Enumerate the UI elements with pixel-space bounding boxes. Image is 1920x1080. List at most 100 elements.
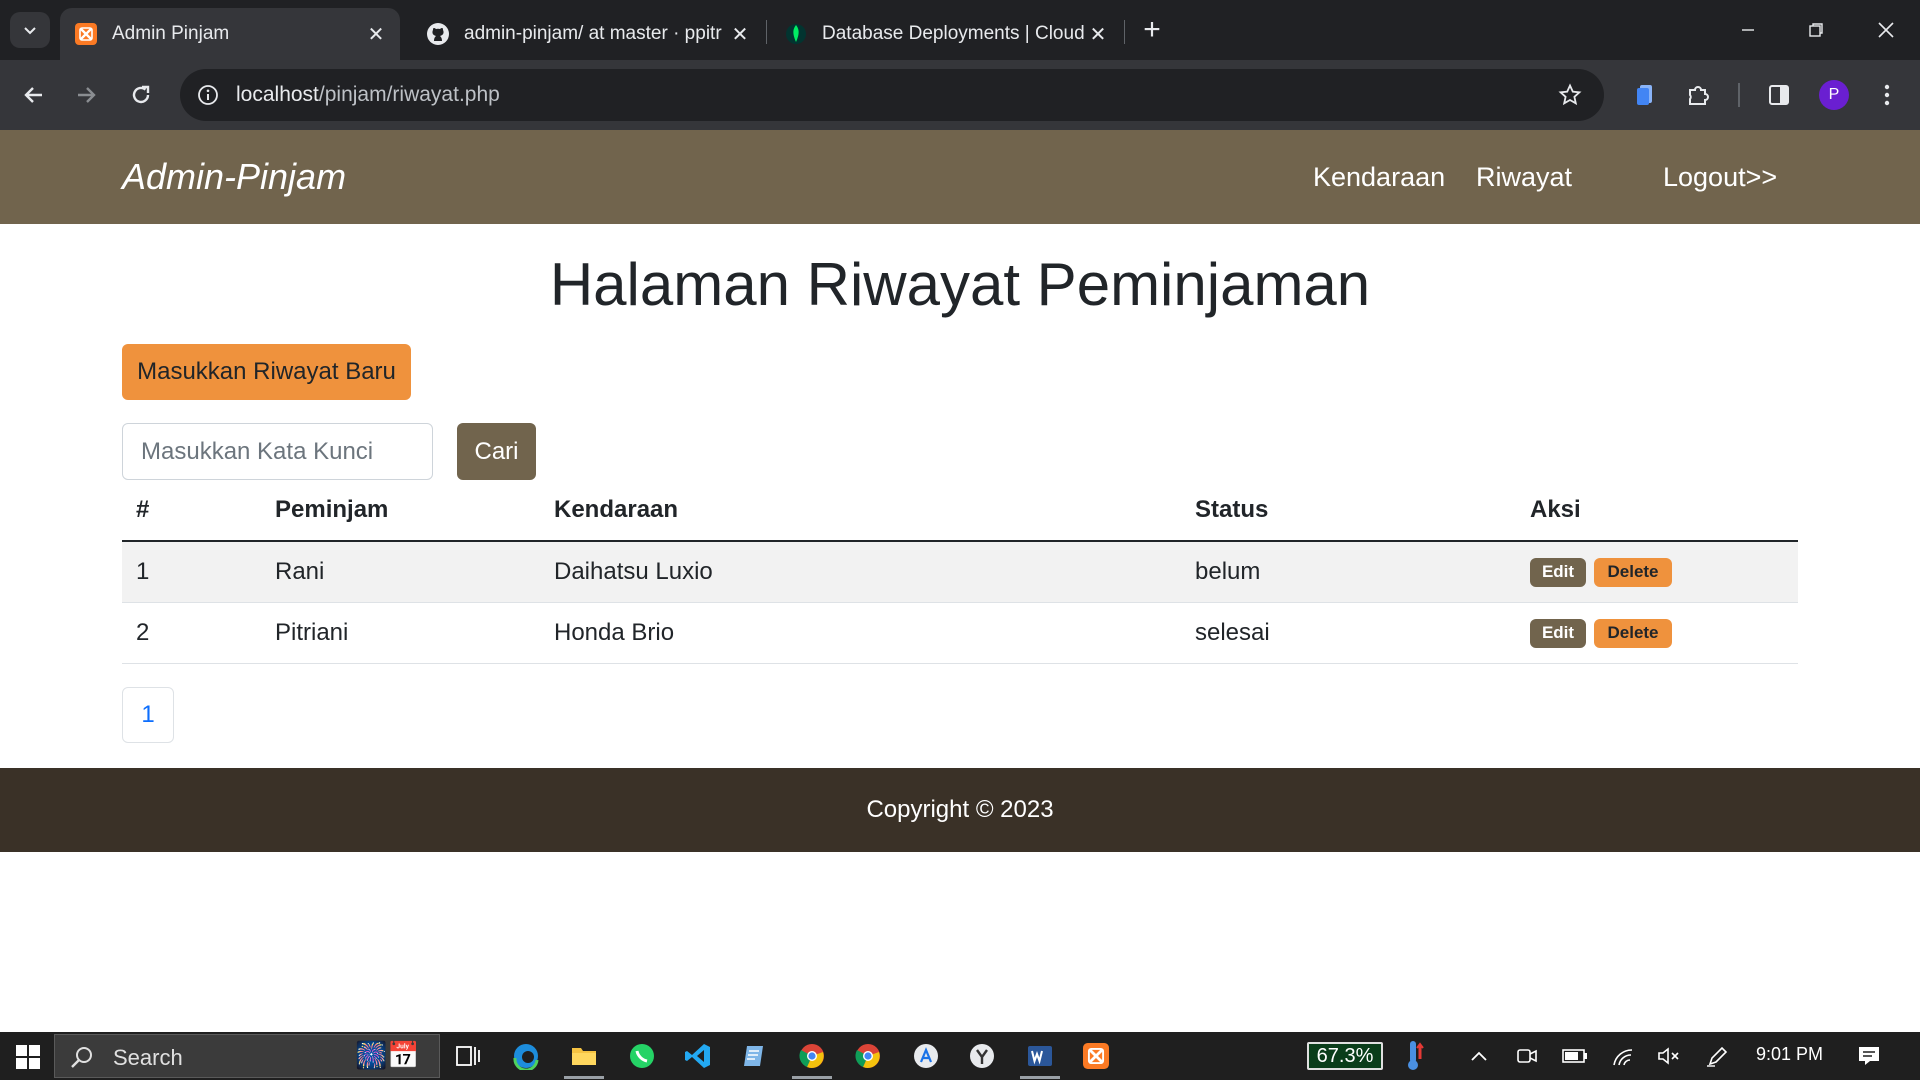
page-viewport: Admin-Pinjam Kendaraan Riwayat Logout>> …: [0, 130, 1920, 1032]
close-icon: [1878, 22, 1894, 38]
cell-actions: Edit Delete: [1530, 603, 1672, 663]
taskbar-search-box[interactable]: Search 🎆📅: [54, 1034, 440, 1078]
whatsapp-icon[interactable]: [626, 1040, 658, 1072]
edit-button[interactable]: Edit: [1530, 618, 1586, 648]
forward-button[interactable]: [66, 75, 106, 115]
app-store-icon[interactable]: [910, 1040, 942, 1072]
site-info-icon[interactable]: [194, 81, 222, 109]
arrow-left-icon: [24, 87, 42, 103]
search-input[interactable]: [122, 423, 433, 480]
new-tab-button[interactable]: +: [1136, 13, 1168, 46]
arrow-right-icon: [78, 87, 96, 103]
more-menu-icon[interactable]: [1872, 80, 1902, 110]
table-header-row: # Peminjam Kendaraan Status Aksi: [122, 480, 1798, 542]
tab-separator: [1124, 20, 1125, 44]
plus-icon: +: [1143, 13, 1161, 46]
cell-status: selesai: [1195, 619, 1270, 646]
edge-browser-icon[interactable]: [510, 1040, 542, 1072]
tab-admin-pinjam[interactable]: Admin Pinjam ✕: [60, 8, 400, 60]
side-panel-icon[interactable]: [1764, 80, 1794, 110]
toolbar-divider: [1738, 83, 1740, 107]
history-table: # Peminjam Kendaraan Status Aksi 1 Rani …: [122, 480, 1798, 664]
search-icon: [71, 1047, 92, 1068]
tab-close-icon[interactable]: ✕: [1084, 20, 1112, 48]
chrome-profile-icon[interactable]: [796, 1040, 828, 1072]
taskbar-clock[interactable]: 9:01 PM: [1756, 1044, 1823, 1065]
battery-icon[interactable]: [1562, 1044, 1588, 1068]
extension-files-icon[interactable]: [1630, 80, 1660, 110]
cell-status: belum: [1195, 558, 1261, 585]
yandex-browser-icon[interactable]: [966, 1040, 998, 1072]
edit-button[interactable]: Edit: [1530, 557, 1586, 587]
copyright-text: Copyright © 2023: [866, 796, 1054, 823]
tab-mongodb[interactable]: Database Deployments | Cloud: ✕: [770, 8, 1122, 60]
thermometer-icon[interactable]: [1400, 1038, 1430, 1072]
tab-search-button[interactable]: [10, 12, 50, 48]
table-row: 2 Pitriani Honda Brio selesai Edit Delet…: [122, 603, 1798, 664]
xampp-icon: [74, 22, 98, 46]
pen-icon[interactable]: [1704, 1044, 1730, 1068]
tab-title: admin-pinjam/ at master · ppitr: [464, 23, 722, 44]
column-header-peminjam: Peminjam: [275, 496, 389, 523]
battery-percentage-widget[interactable]: 67.3%: [1307, 1042, 1383, 1070]
xampp-taskbar-icon[interactable]: [1080, 1040, 1112, 1072]
brand-logo[interactable]: Admin-Pinjam: [122, 156, 346, 198]
chevron-down-icon: [24, 27, 36, 35]
pagination-page-1[interactable]: 1: [122, 687, 174, 743]
browser-tab-bar: Admin Pinjam ✕ admin-pinjam/ at master ·…: [0, 0, 1920, 60]
task-view-icon[interactable]: [452, 1040, 484, 1072]
cell-kendaraan: Daihatsu Luxio: [554, 558, 713, 585]
notepad-app-icon[interactable]: [738, 1040, 770, 1072]
delete-button[interactable]: Delete: [1594, 618, 1672, 648]
vscode-icon[interactable]: [682, 1040, 714, 1072]
column-header-kendaraan: Kendaraan: [554, 496, 679, 523]
close-window-button[interactable]: [1856, 8, 1916, 52]
page-title: Halaman Riwayat Peminjaman: [549, 251, 1371, 318]
restore-icon: [1809, 23, 1823, 37]
camera-icon[interactable]: [1514, 1044, 1540, 1068]
running-indicator: [564, 1076, 604, 1079]
table-row: 1 Rani Daihatsu Luxio belum Edit Delete: [122, 542, 1798, 603]
file-explorer-icon[interactable]: [568, 1040, 600, 1072]
wifi-icon[interactable]: [1610, 1044, 1636, 1068]
tab-title: Admin Pinjam: [112, 23, 230, 44]
column-header-status: Status: [1195, 496, 1269, 523]
tab-close-icon[interactable]: ✕: [362, 20, 390, 48]
taskbar-search-label: Search: [113, 1045, 183, 1070]
url-host: localhost: [236, 83, 319, 106]
tab-separator: [766, 20, 767, 44]
tab-close-icon[interactable]: ✕: [726, 20, 754, 48]
running-indicator: [792, 1076, 832, 1079]
back-button[interactable]: [14, 75, 54, 115]
cell-peminjam: Rani: [275, 558, 325, 585]
url-path: /pinjam/riwayat.php: [318, 83, 500, 106]
cell-kendaraan: Honda Brio: [554, 619, 675, 646]
word-icon[interactable]: [1024, 1040, 1056, 1072]
windows-logo-icon: [16, 1045, 40, 1069]
column-header-aksi: Aksi: [1530, 496, 1581, 523]
tab-github[interactable]: admin-pinjam/ at master · ppitr ✕: [412, 8, 764, 60]
notification-center-icon[interactable]: [1855, 1042, 1883, 1070]
volume-muted-icon[interactable]: [1656, 1044, 1682, 1068]
minimize-button[interactable]: [1718, 8, 1778, 52]
extensions-puzzle-icon[interactable]: [1684, 80, 1714, 110]
cell-peminjam: Pitriani: [275, 619, 349, 646]
chrome-icon[interactable]: [852, 1040, 884, 1072]
nav-link-kendaraan[interactable]: Kendaraan: [1313, 162, 1445, 193]
delete-button[interactable]: Delete: [1594, 557, 1672, 587]
restore-button[interactable]: [1786, 8, 1846, 52]
nav-link-riwayat[interactable]: Riwayat: [1476, 162, 1572, 193]
url-text: localhost/pinjam/riwayat.php: [236, 83, 500, 107]
cell-actions: Edit Delete: [1530, 542, 1672, 602]
start-button[interactable]: [8, 1040, 48, 1074]
bookmark-star-icon[interactable]: [1556, 81, 1584, 109]
browser-toolbar: localhost/pinjam/riwayat.php P: [0, 60, 1920, 130]
search-button[interactable]: Cari: [457, 423, 536, 480]
reload-button[interactable]: [121, 75, 161, 115]
profile-avatar[interactable]: P: [1819, 80, 1849, 110]
chevron-up-icon[interactable]: [1466, 1044, 1492, 1068]
address-bar[interactable]: localhost/pinjam/riwayat.php: [180, 69, 1604, 121]
site-footer: Copyright © 2023: [0, 768, 1920, 852]
nav-link-logout[interactable]: Logout>>: [1663, 162, 1777, 193]
add-history-button[interactable]: Masukkan Riwayat Baru: [122, 344, 411, 400]
